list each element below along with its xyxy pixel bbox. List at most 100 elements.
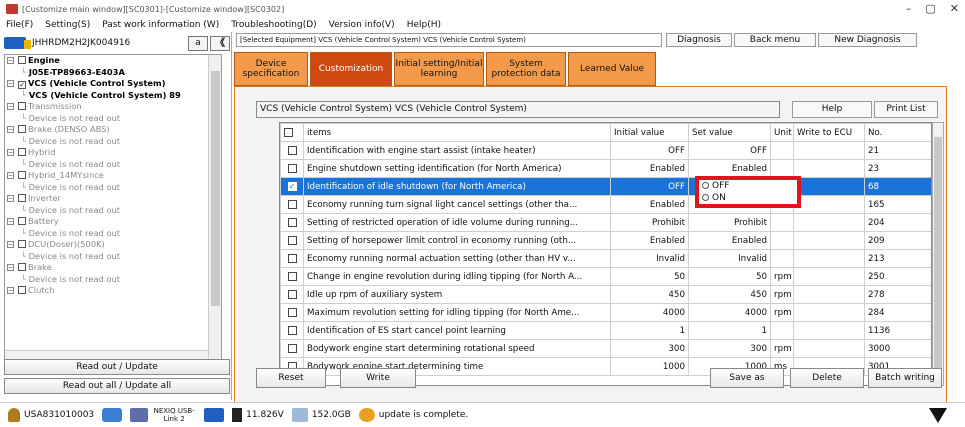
cell-set[interactable]: 1 xyxy=(688,321,771,340)
option-off[interactable]: OFF xyxy=(699,180,797,192)
row-checkbox[interactable] xyxy=(287,271,297,281)
help-button[interactable]: Help xyxy=(792,101,872,118)
table-row[interactable]: Economy running normal actuation setting… xyxy=(280,249,931,268)
row-checkbox[interactable] xyxy=(287,343,297,353)
batch-writing-button[interactable]: Batch writing xyxy=(868,368,942,388)
tree-item[interactable]: − Brake xyxy=(5,262,221,274)
table-row[interactable]: Identification with engine start assist … xyxy=(280,141,931,160)
table-row[interactable]: Setting of restricted operation of idle … xyxy=(280,213,931,232)
print-list-button[interactable]: Print List xyxy=(874,101,938,118)
tree-collapse-icon[interactable]: − xyxy=(7,80,14,87)
tree-collapse-icon[interactable]: − xyxy=(7,218,14,225)
tree-item[interactable]: └ Device is not read out xyxy=(5,182,221,194)
table-row[interactable]: ✓ Identification of idle shutdown (for No… xyxy=(280,177,931,196)
tree-item[interactable]: − Transmission xyxy=(5,101,221,113)
menu-past-work[interactable]: Past work information (W) xyxy=(102,20,219,30)
cell-set[interactable]: Prohibit xyxy=(688,213,771,232)
tree-collapse-icon[interactable]: − xyxy=(7,57,14,64)
cell-set[interactable]: Enabled xyxy=(688,231,771,250)
close-icon[interactable]: ✕ xyxy=(950,2,959,15)
select-all-checkbox[interactable] xyxy=(284,127,293,137)
tree-checkbox[interactable] xyxy=(18,240,26,248)
header-items[interactable]: items xyxy=(303,123,611,142)
tree-item[interactable]: − Engine xyxy=(5,55,221,67)
tree-checkbox[interactable] xyxy=(18,171,26,179)
tree-item[interactable]: − DCU(Doser)(500K) xyxy=(5,239,221,251)
tree-item[interactable]: − ✓ VCS (Vehicle Control System) xyxy=(5,78,221,90)
cell-set[interactable]: Invalid xyxy=(688,249,771,268)
triangle-down-icon[interactable] xyxy=(929,408,947,423)
tree-checkbox[interactable] xyxy=(18,263,26,271)
tree-collapse-icon[interactable]: − xyxy=(7,241,14,248)
tree-item[interactable]: └ Device is not read out xyxy=(5,136,221,148)
tree-item[interactable]: └ Device is not read out xyxy=(5,113,221,125)
table-row[interactable]: Idle up rpm of auxiliary system 450 450 rpm… xyxy=(280,285,931,304)
tree-checkbox[interactable]: ✓ xyxy=(18,81,26,89)
tab-customization[interactable]: Customization xyxy=(310,52,392,86)
cell-set[interactable]: OFF xyxy=(688,141,771,160)
tree-checkbox[interactable] xyxy=(18,56,26,64)
tree-item[interactable]: └ Device is not read out xyxy=(5,159,221,171)
maximize-icon[interactable]: ▢ xyxy=(925,2,935,15)
tree-checkbox[interactable] xyxy=(18,194,26,202)
radio-off[interactable] xyxy=(702,182,709,189)
tree-vertical-scrollbar[interactable] xyxy=(208,55,221,363)
table-row[interactable]: Economy running turn signal light cancel… xyxy=(280,195,931,214)
row-checkbox[interactable] xyxy=(287,145,297,155)
tab-learned-value[interactable]: Learned Value xyxy=(568,52,656,86)
table-row[interactable]: Bodywork engine start determining rotati… xyxy=(280,339,931,358)
tab-initial-setting[interactable]: Initial setting/Initial learning xyxy=(394,52,484,86)
menu-version[interactable]: Version info(V) xyxy=(329,20,395,30)
table-row[interactable]: Identification of ES start cancel point … xyxy=(280,321,931,340)
header-unit[interactable]: Unit xyxy=(770,123,794,142)
back-menu-button[interactable]: Back menu xyxy=(734,33,816,47)
tree-item[interactable]: └ VCS (Vehicle Control System) 89 xyxy=(5,90,221,102)
row-checkbox[interactable] xyxy=(287,307,297,317)
tree-checkbox[interactable] xyxy=(18,148,26,156)
cell-set[interactable]: 450 xyxy=(688,285,771,304)
menu-setting[interactable]: Setting(S) xyxy=(45,20,90,30)
a-button[interactable]: a xyxy=(188,35,208,51)
cell-set[interactable]: 300 xyxy=(688,339,771,358)
tree-item[interactable]: └ Device is not read out xyxy=(5,274,221,286)
menu-file[interactable]: File(F) xyxy=(6,20,33,30)
tree-collapse-icon[interactable]: − xyxy=(7,287,14,294)
tree-collapse-icon[interactable]: − xyxy=(7,195,14,202)
delete-button[interactable]: Delete xyxy=(790,368,864,388)
tree-checkbox[interactable] xyxy=(18,286,26,294)
radio-on[interactable] xyxy=(702,194,709,201)
tree-item[interactable]: − Brake (DENSO ABS) xyxy=(5,124,221,136)
cell-set[interactable]: 4000 xyxy=(688,303,771,322)
tree-item[interactable]: └ Device is not read out xyxy=(5,251,221,263)
row-checkbox[interactable] xyxy=(287,253,297,263)
header-set[interactable]: Set value xyxy=(688,123,771,142)
header-write[interactable]: Write to ECU xyxy=(793,123,865,142)
tree-item[interactable]: └ Device is not read out xyxy=(5,228,221,240)
tree-item[interactable]: − Battery xyxy=(5,216,221,228)
reset-button[interactable]: Reset xyxy=(256,368,326,388)
table-row[interactable]: Change in engine revolution during idlin… xyxy=(280,267,931,286)
tab-system-protection[interactable]: System protection data xyxy=(486,52,566,86)
diagnosis-button[interactable]: Diagnosis xyxy=(666,33,732,47)
cell-set[interactable]: Enabled xyxy=(688,159,771,178)
minimize-icon[interactable]: – xyxy=(906,2,912,15)
tree-collapse-icon[interactable]: − xyxy=(7,172,14,179)
cell-set[interactable]: 50 xyxy=(688,267,771,286)
row-checkbox[interactable] xyxy=(287,289,297,299)
read-out-all-button[interactable]: Read out all / Update all xyxy=(4,378,230,394)
table-row[interactable]: Setting of horsepower limit control in e… xyxy=(280,231,931,250)
read-out-update-button[interactable]: Read out / Update xyxy=(4,359,230,375)
tab-device-specification[interactable]: Device specification xyxy=(234,52,308,86)
tree-collapse-icon[interactable]: − xyxy=(7,103,14,110)
tree-item[interactable]: └ J05E-TP89663-E403A xyxy=(5,67,221,79)
row-checkbox[interactable] xyxy=(287,199,297,209)
collapse-panel-button[interactable]: 《 xyxy=(210,35,230,51)
header-initial[interactable]: Initial value xyxy=(610,123,689,142)
set-value-dropdown[interactable]: OFF ON xyxy=(695,176,801,208)
header-check[interactable] xyxy=(280,123,304,142)
save-as-button[interactable]: Save as xyxy=(710,368,784,388)
tree-collapse-icon[interactable]: − xyxy=(7,126,14,133)
row-checkbox[interactable] xyxy=(287,163,297,173)
tree-checkbox[interactable] xyxy=(18,102,26,110)
tree-checkbox[interactable] xyxy=(18,125,26,133)
